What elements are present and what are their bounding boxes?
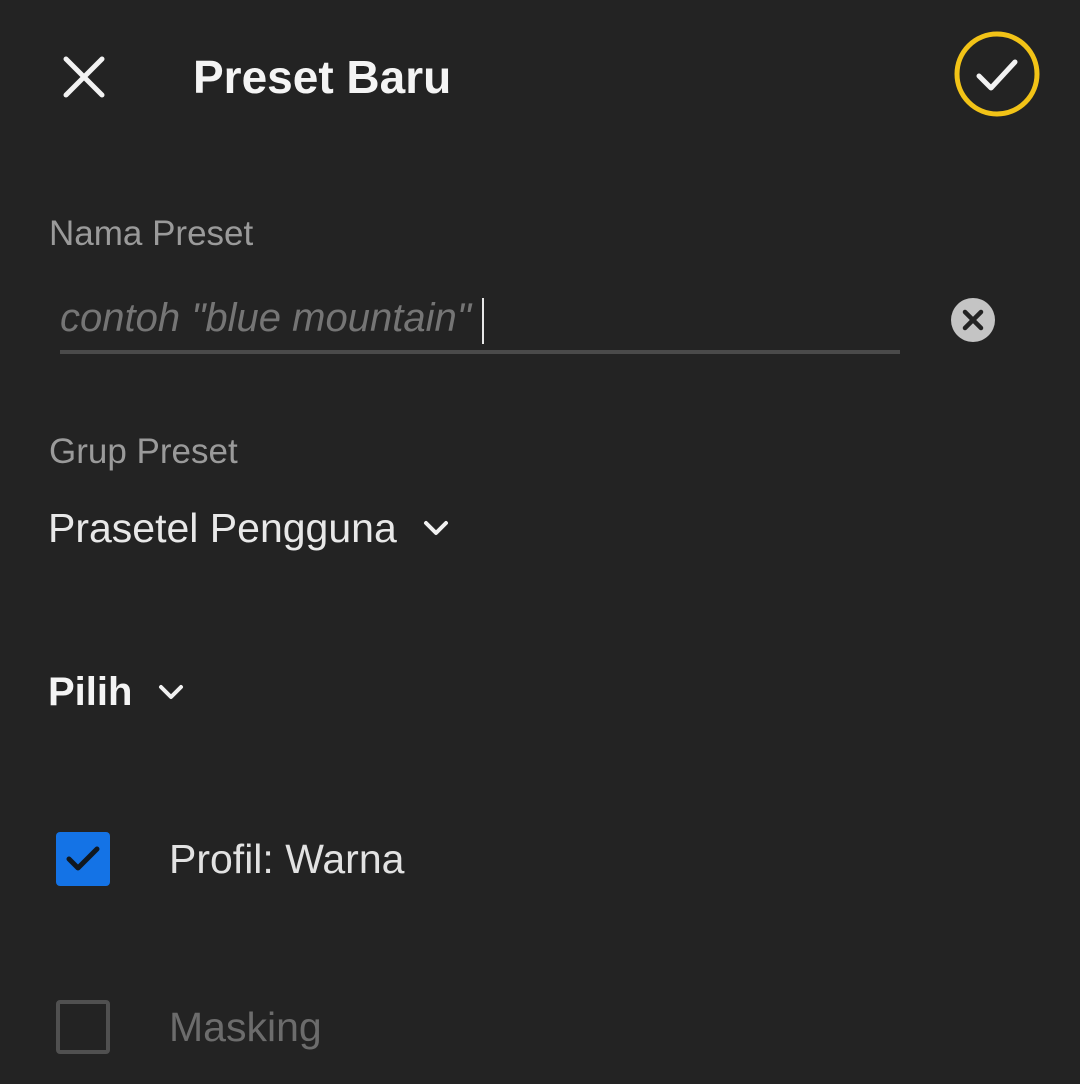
option-label: Masking bbox=[169, 1003, 322, 1050]
preset-group-value: Prasetel Pengguna bbox=[48, 504, 397, 551]
preset-name-label: Nama Preset bbox=[49, 214, 254, 253]
close-button[interactable] bbox=[52, 45, 116, 109]
option-masking[interactable]: Masking bbox=[56, 999, 322, 1055]
checkmark-icon bbox=[954, 31, 1040, 117]
option-profil-warna[interactable]: Profil: Warna bbox=[56, 831, 404, 887]
input-underline bbox=[60, 350, 900, 354]
confirm-button[interactable] bbox=[953, 30, 1041, 118]
preset-group-label: Grup Preset bbox=[49, 432, 238, 471]
checkbox-checked[interactable] bbox=[56, 832, 110, 886]
checkbox-unchecked[interactable] bbox=[56, 1000, 110, 1054]
clear-circle-icon bbox=[951, 298, 995, 342]
preset-name-input[interactable] bbox=[60, 288, 880, 348]
clear-input-button[interactable] bbox=[950, 297, 996, 343]
select-section-toggle[interactable]: Pilih bbox=[48, 664, 184, 720]
text-caret bbox=[482, 298, 484, 344]
option-label: Profil: Warna bbox=[169, 835, 405, 882]
page-title: Preset Baru bbox=[193, 51, 452, 103]
chevron-down-icon bbox=[158, 684, 184, 700]
checkmark-icon bbox=[66, 846, 100, 871]
close-icon bbox=[63, 56, 105, 98]
chevron-down-icon bbox=[423, 520, 449, 536]
select-section-label: Pilih bbox=[48, 669, 133, 714]
preset-group-dropdown[interactable]: Prasetel Pengguna bbox=[48, 500, 449, 556]
